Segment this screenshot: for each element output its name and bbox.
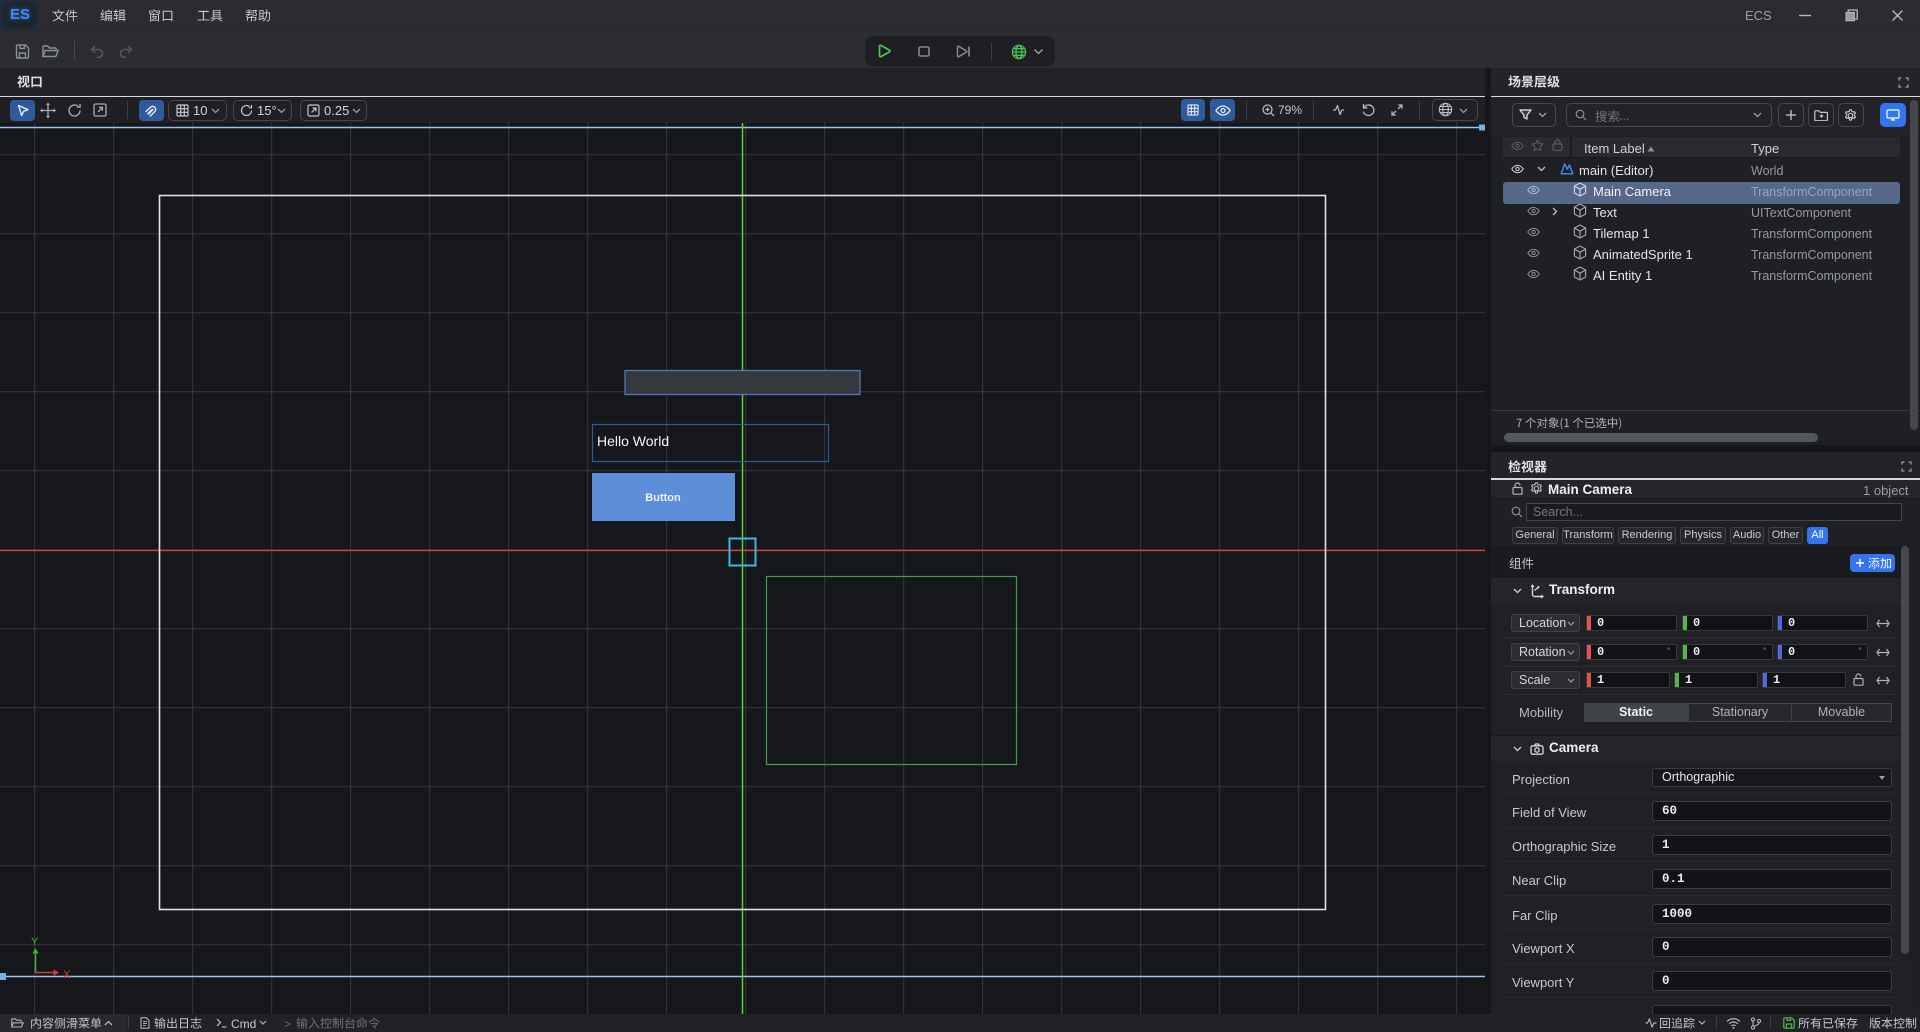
svg-text:Y: Y [31,936,39,948]
svg-text:Button: Button [645,492,681,504]
svg-text:X: X [63,969,71,981]
svg-text:Hello World: Hello World [597,433,669,449]
